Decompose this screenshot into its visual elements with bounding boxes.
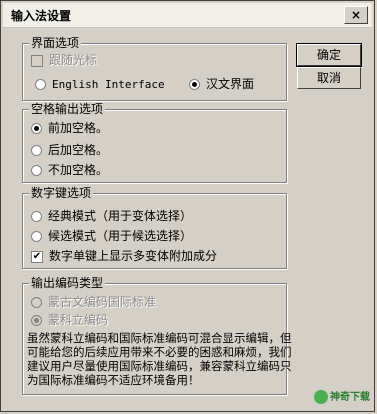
- digit-key-group: 数字键选项 经典模式（用于变体选择） 候选模式（用于候选选择） ✔ 数字单键上显示…: [22, 186, 287, 269]
- checkmark-icon: ✔: [31, 250, 43, 263]
- follow-cursor-label: 跟随光标: [49, 53, 98, 67]
- radio-classic-mode[interactable]: 经典模式（用于变体选择）: [31, 208, 192, 224]
- watermark-text: 神奇下载: [330, 392, 370, 403]
- space-after-label: 后加空格。: [48, 143, 109, 157]
- menksoft-encoding-label: 蒙科立编码: [48, 313, 109, 327]
- radio-icon: [31, 297, 42, 308]
- cancel-button[interactable]: 取消: [297, 67, 361, 89]
- settings-dialog: 输入法设置 × 界面选项 跟随光标 English Interface 汉文界面…: [0, 0, 375, 412]
- radio-no-space[interactable]: 不加空格。: [31, 162, 108, 178]
- chinese-interface-label: 汉文界面: [206, 77, 255, 91]
- classic-mode-label: 经典模式（用于变体选择）: [48, 209, 193, 223]
- interface-options-group: 界面选项 跟随光标 English Interface 汉文界面: [22, 36, 287, 101]
- radio-selected-icon: [31, 123, 42, 134]
- space-output-label: 空格输出选项: [29, 102, 106, 116]
- window-title: 输入法设置: [11, 9, 72, 23]
- show-variants-checkbox[interactable]: ✔ 数字单键上显示多变体附加成分: [31, 248, 217, 264]
- radio-mongolian-standard[interactable]: 蒙古文编码国际标准: [31, 294, 156, 310]
- radio-icon: [31, 231, 42, 242]
- english-interface-label: English Interface: [52, 78, 165, 91]
- checkbox-icon: [31, 54, 43, 67]
- radio-space-before[interactable]: 前加空格。: [31, 120, 108, 136]
- radio-space-after[interactable]: 后加空格。: [31, 142, 108, 158]
- interface-options-label: 界面选项: [29, 36, 82, 50]
- radio-icon: [31, 165, 42, 176]
- radio-chinese-interface[interactable]: 汉文界面: [189, 76, 254, 92]
- space-output-group: 空格输出选项 前加空格。 后加空格。 不加空格。: [22, 102, 287, 183]
- radio-icon: [35, 79, 46, 90]
- title-bar: 输入法设置 ×: [3, 3, 372, 28]
- radio-english-interface[interactable]: English Interface: [35, 76, 165, 92]
- radio-selected-icon: [31, 315, 42, 326]
- radio-menksoft-encoding[interactable]: 蒙科立编码: [31, 312, 108, 328]
- encoding-note: 虽然蒙科立编码和国际标准编码可混合显示编辑，但可能给您的后续应用带来不必要的困惑…: [27, 331, 292, 387]
- mongolian-standard-label: 蒙古文编码国际标准: [48, 295, 157, 309]
- show-variants-label: 数字单键上显示多变体附加成分: [49, 249, 218, 263]
- no-space-label: 不加空格。: [48, 163, 109, 177]
- watermark-logo: 神奇下载: [314, 389, 370, 407]
- close-button[interactable]: ×: [344, 6, 368, 24]
- ok-button[interactable]: 确定: [296, 43, 362, 67]
- radio-candidate-mode[interactable]: 候选模式（用于候选选择）: [31, 228, 192, 244]
- output-encoding-label: 输出编码类型: [29, 276, 106, 290]
- radio-icon: [31, 145, 42, 156]
- radio-icon: [31, 211, 42, 222]
- candidate-mode-label: 候选模式（用于候选选择）: [48, 229, 193, 243]
- digit-key-label: 数字键选项: [29, 186, 94, 200]
- logo-icon: [314, 390, 328, 404]
- radio-selected-icon: [189, 79, 200, 90]
- follow-cursor-checkbox[interactable]: 跟随光标: [31, 52, 97, 68]
- space-before-label: 前加空格。: [48, 121, 109, 135]
